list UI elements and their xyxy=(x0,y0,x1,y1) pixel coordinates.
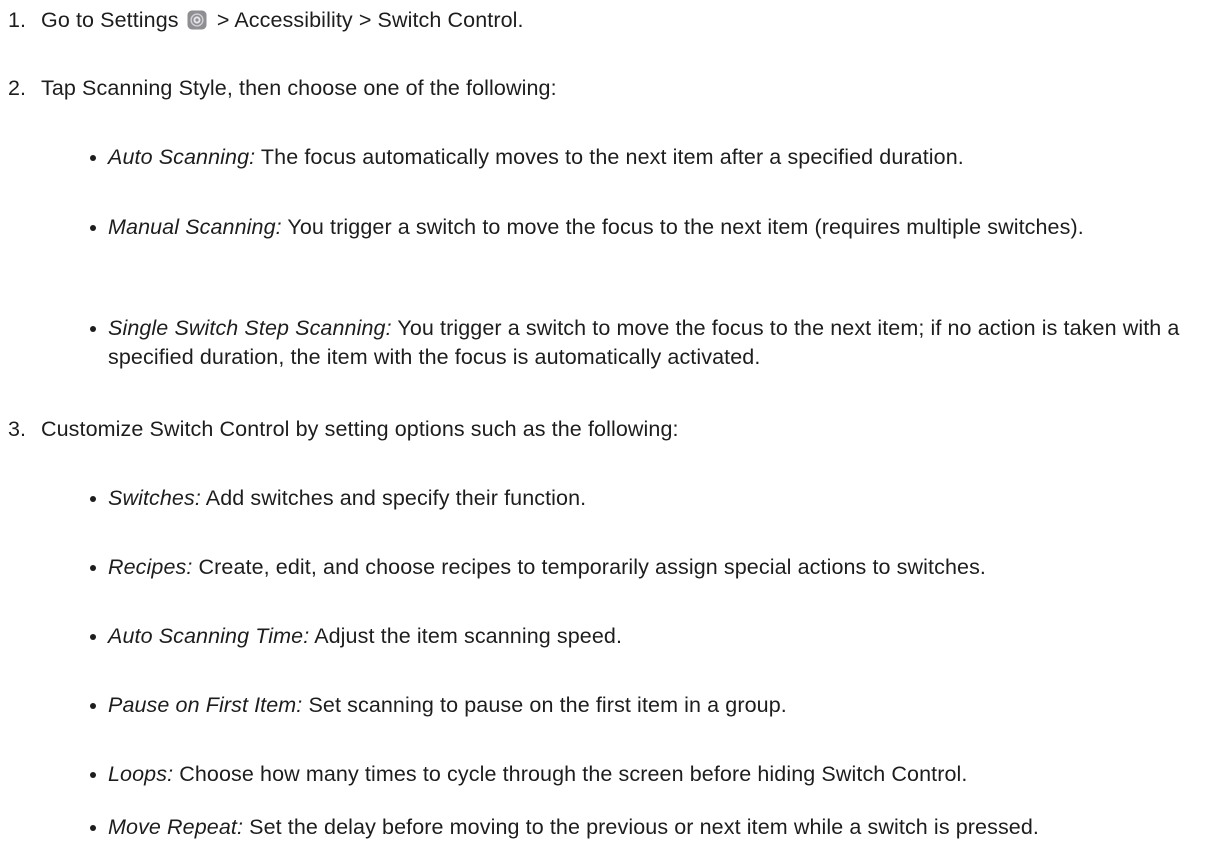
list-item: Switches: Add switches and specify their… xyxy=(88,484,1200,513)
option-description: Set scanning to pause on the first item … xyxy=(308,693,787,717)
option-term: Move Repeat: xyxy=(108,815,244,839)
list-item: Loops: Choose how many times to cycle th… xyxy=(88,760,1200,789)
option-description: Adjust the item scanning speed. xyxy=(314,624,623,648)
option-term: Auto Scanning: xyxy=(108,145,256,169)
step-number: 2. xyxy=(8,76,27,100)
step-text-before-icon: Go to Settings xyxy=(41,8,179,32)
step-number: 1. xyxy=(8,8,27,32)
list-item: Auto Scanning: The focus automatically m… xyxy=(88,143,1200,172)
step-text-after-icon: > Accessibility > Switch Control. xyxy=(216,8,524,32)
list-item: Move Repeat: Set the delay before moving… xyxy=(88,813,1200,842)
option-term: Manual Scanning: xyxy=(108,215,282,239)
option-description: The focus automatically moves to the nex… xyxy=(260,145,964,169)
step-2: 2. Tap Scanning Style, then choose one o… xyxy=(8,74,1198,103)
bullet-dot xyxy=(88,622,108,651)
step-1: 1. Go to Settings > Accessibility > Swit… xyxy=(8,6,1198,35)
bullet-dot xyxy=(88,691,108,720)
step-number: 3. xyxy=(8,417,27,441)
option-term: Recipes: xyxy=(108,555,193,579)
list-item: Manual Scanning: You trigger a switch to… xyxy=(88,213,1200,242)
list-item: Auto Scanning Time: Adjust the item scan… xyxy=(88,622,1200,651)
option-description: Create, edit, and choose recipes to temp… xyxy=(198,555,986,579)
option-description: Add switches and specify their function. xyxy=(205,486,587,510)
bullet-dot xyxy=(88,553,108,582)
step-text: Go to Settings > Accessibility > Switch … xyxy=(41,6,1198,35)
step-text: Customize Switch Control by setting opti… xyxy=(41,417,679,441)
list-item: Pause on First Item: Set scanning to pau… xyxy=(88,691,1200,720)
list-item: Recipes: Create, edit, and choose recipe… xyxy=(88,553,1200,582)
option-term: Single Switch Step Scanning: xyxy=(108,316,392,340)
option-description: Choose how many times to cycle through t… xyxy=(179,762,968,786)
bullet-dot xyxy=(88,760,108,789)
option-term: Auto Scanning Time: xyxy=(108,624,310,648)
bullet-dot xyxy=(88,813,108,842)
bullet-dot xyxy=(88,213,108,242)
option-description: You trigger a switch to move the focus t… xyxy=(287,215,1084,239)
option-term: Switches: xyxy=(108,486,201,510)
bullet-dot xyxy=(88,143,108,172)
option-term: Loops: xyxy=(108,762,174,786)
settings-gear-icon xyxy=(187,9,207,30)
list-item: Single Switch Step Scanning: You trigger… xyxy=(88,314,1200,372)
step-text: Tap Scanning Style, then choose one of t… xyxy=(41,76,557,100)
step-3: 3. Customize Switch Control by setting o… xyxy=(8,415,1198,444)
option-term: Pause on First Item: xyxy=(108,693,303,717)
bullet-dot xyxy=(88,314,108,372)
bullet-dot xyxy=(88,484,108,513)
option-description: Set the delay before moving to the previ… xyxy=(249,815,1039,839)
